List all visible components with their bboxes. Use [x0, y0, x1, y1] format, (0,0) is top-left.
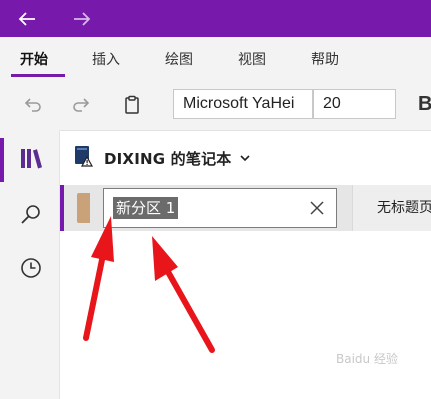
- rail-active-indicator: [0, 138, 4, 182]
- active-tab-indicator: [11, 74, 65, 77]
- toolbar: Microsoft YaHei 20 B: [0, 79, 431, 131]
- section-rename-input[interactable]: 新分区 1: [103, 188, 337, 228]
- forward-arrow-icon[interactable]: [70, 7, 94, 31]
- recent-icon[interactable]: [18, 255, 44, 281]
- notebook-switcher[interactable]: DIXING 的笔记本: [72, 145, 251, 171]
- redo-icon[interactable]: [68, 91, 96, 119]
- font-name-input[interactable]: Microsoft YaHei: [173, 89, 313, 119]
- tab-help[interactable]: 帮助: [311, 51, 339, 69]
- bold-icon[interactable]: B: [418, 89, 431, 119]
- notebooks-icon[interactable]: [18, 146, 44, 172]
- section-selected-indicator: [60, 185, 64, 231]
- clipboard-icon[interactable]: [118, 91, 146, 119]
- back-arrow-icon[interactable]: [15, 7, 39, 31]
- tab-draw[interactable]: 绘图: [165, 51, 193, 69]
- section-color-tab: [77, 193, 90, 223]
- ribbon-tabs: 开始 插入 绘图 视图 帮助: [0, 37, 431, 79]
- watermark: Baidu 经验: [336, 352, 398, 366]
- page-item[interactable]: 无标题页: [377, 199, 431, 217]
- notebook-name: DIXING 的笔记本: [104, 149, 232, 168]
- pages-column: 无标题页: [352, 185, 431, 231]
- notebook-warning-icon: [72, 144, 96, 172]
- tab-home[interactable]: 开始: [20, 51, 48, 69]
- clear-icon[interactable]: [308, 199, 326, 217]
- section-rename-text[interactable]: 新分区 1: [113, 197, 179, 219]
- title-bar: [0, 0, 431, 37]
- tab-insert[interactable]: 插入: [92, 51, 120, 69]
- chevron-down-icon[interactable]: [239, 152, 251, 164]
- font-size-input[interactable]: 20: [313, 89, 396, 119]
- undo-icon[interactable]: [18, 91, 46, 119]
- search-icon[interactable]: [18, 202, 44, 228]
- tab-view[interactable]: 视图: [238, 51, 266, 69]
